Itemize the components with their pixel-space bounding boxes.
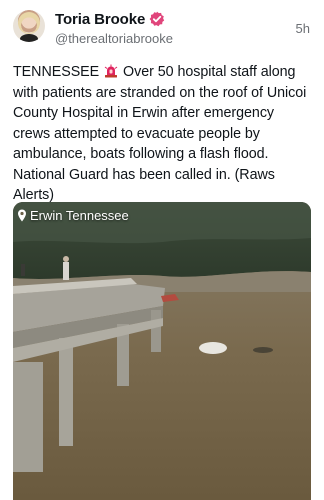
post-text-body: Over 50 hospital staff along with patien…	[13, 64, 307, 203]
flood-scene-image	[13, 202, 311, 500]
verified-badge-icon	[149, 11, 165, 27]
author-handle[interactable]: @therealtoriabrooke	[55, 31, 173, 46]
police-light-icon	[104, 64, 118, 78]
post-text: TENNESSEE Over 50 hospital staff along w…	[13, 62, 313, 206]
author-name-row: Toria Brooke	[55, 9, 165, 29]
post-header: Toria Brooke @therealtoriabrooke 5h	[0, 0, 324, 52]
post-timestamp[interactable]: 5h	[296, 21, 310, 36]
post-text-prefix: TENNESSEE	[13, 64, 100, 80]
post-video[interactable]: Erwin Tennessee	[13, 202, 311, 500]
avatar[interactable]	[13, 10, 45, 42]
author-name[interactable]: Toria Brooke	[55, 11, 145, 28]
location-label: Erwin Tennessee	[30, 208, 129, 223]
location-badge[interactable]: Erwin Tennessee	[17, 208, 129, 223]
location-pin-icon	[18, 209, 26, 222]
